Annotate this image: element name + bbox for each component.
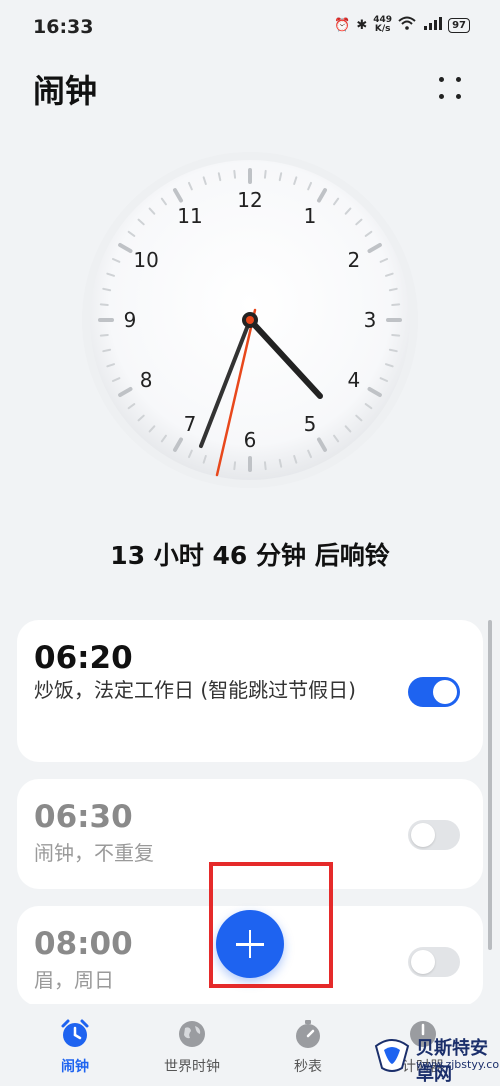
clock-tick	[99, 303, 109, 307]
clock-tick	[102, 287, 112, 292]
clock-number: 10	[133, 248, 158, 272]
watermark: 贝斯特安卓网 www.zjbstyy.com	[368, 1026, 500, 1085]
page-title: 闹钟	[33, 72, 98, 110]
more-menu-button[interactable]	[433, 71, 467, 105]
clock-number: 7	[184, 412, 197, 436]
bluetooth-icon: ✱	[356, 17, 368, 33]
clock-tick	[278, 458, 283, 468]
alarm-description: 炒饭，法定工作日 (智能跳过节假日)	[34, 678, 356, 702]
clock-face: 121234567891011	[82, 152, 418, 488]
clock-number: 5	[304, 412, 317, 436]
clock-number: 1	[304, 204, 317, 228]
clock-tick	[233, 169, 237, 179]
clock-number: 8	[140, 368, 153, 392]
battery-icon: 97	[448, 17, 470, 33]
clock-tick	[391, 333, 401, 337]
next-ring-text: 13 小时 46 分钟 后响铃	[110, 541, 390, 570]
clock-tick	[217, 172, 222, 182]
alarm-time: 06:30	[34, 799, 133, 835]
clock-number: 4	[348, 368, 361, 392]
globe-icon	[176, 1018, 208, 1050]
status-time: 16:33	[33, 16, 94, 38]
clock-tick	[263, 169, 267, 179]
net-speed-unit: K/s	[374, 24, 391, 34]
clock-tick	[99, 333, 109, 337]
scrollbar[interactable]	[488, 620, 492, 950]
watermark-url: www.zjbstyy.com	[416, 1058, 500, 1071]
clock-number: 9	[124, 308, 137, 332]
clock-tick	[391, 303, 401, 307]
tab-world-clock[interactable]: 世界时钟	[137, 1018, 247, 1076]
signal-icon	[422, 16, 443, 34]
clock-tick	[263, 461, 267, 471]
alarm-toggle[interactable]	[408, 677, 460, 707]
stopwatch-icon	[292, 1018, 324, 1050]
clock-number: 12	[237, 188, 262, 212]
analog-clock: 12 1 2 3 4 5 6 7 8 9 10 11	[75, 140, 425, 490]
tab-label: 闹钟	[61, 1059, 89, 1075]
clock-number: 11	[177, 204, 202, 228]
tab-alarm[interactable]: 闹钟	[20, 1018, 130, 1076]
status-icons: ⏰ ✱ 449 K/s 97	[334, 16, 470, 34]
clock-tick	[278, 172, 283, 182]
alarm-toggle[interactable]	[408, 947, 460, 977]
alarm-clock-icon	[59, 1018, 91, 1050]
tab-stopwatch[interactable]: 秒表	[253, 1018, 363, 1076]
clock-tick	[233, 461, 237, 471]
alarm-toggle[interactable]	[408, 820, 460, 850]
tab-label: 世界时钟	[164, 1059, 220, 1075]
clock-tick	[388, 348, 398, 353]
clock-number: 3	[364, 308, 377, 332]
clock-tick	[102, 348, 112, 353]
highlight-box	[209, 862, 333, 988]
tab-label: 秒表	[294, 1059, 322, 1075]
wifi-icon	[398, 16, 416, 34]
alarm-card[interactable]: 06:20 炒饭，法定工作日 (智能跳过节假日)	[17, 620, 483, 762]
clock-number: 2	[348, 248, 361, 272]
clock-tick	[388, 287, 398, 292]
alarm-status-icon: ⏰	[334, 17, 351, 33]
network-speed: 449 K/s	[373, 16, 392, 34]
clock-number: 6	[244, 428, 257, 452]
watermark-logo-icon	[374, 1039, 410, 1072]
status-bar: 16:33 ⏰ ✱ 449 K/s 97	[0, 0, 500, 56]
alarm-time: 06:20	[34, 640, 133, 676]
clock-center-dot	[246, 316, 254, 324]
alarm-time: 08:00	[34, 926, 133, 962]
